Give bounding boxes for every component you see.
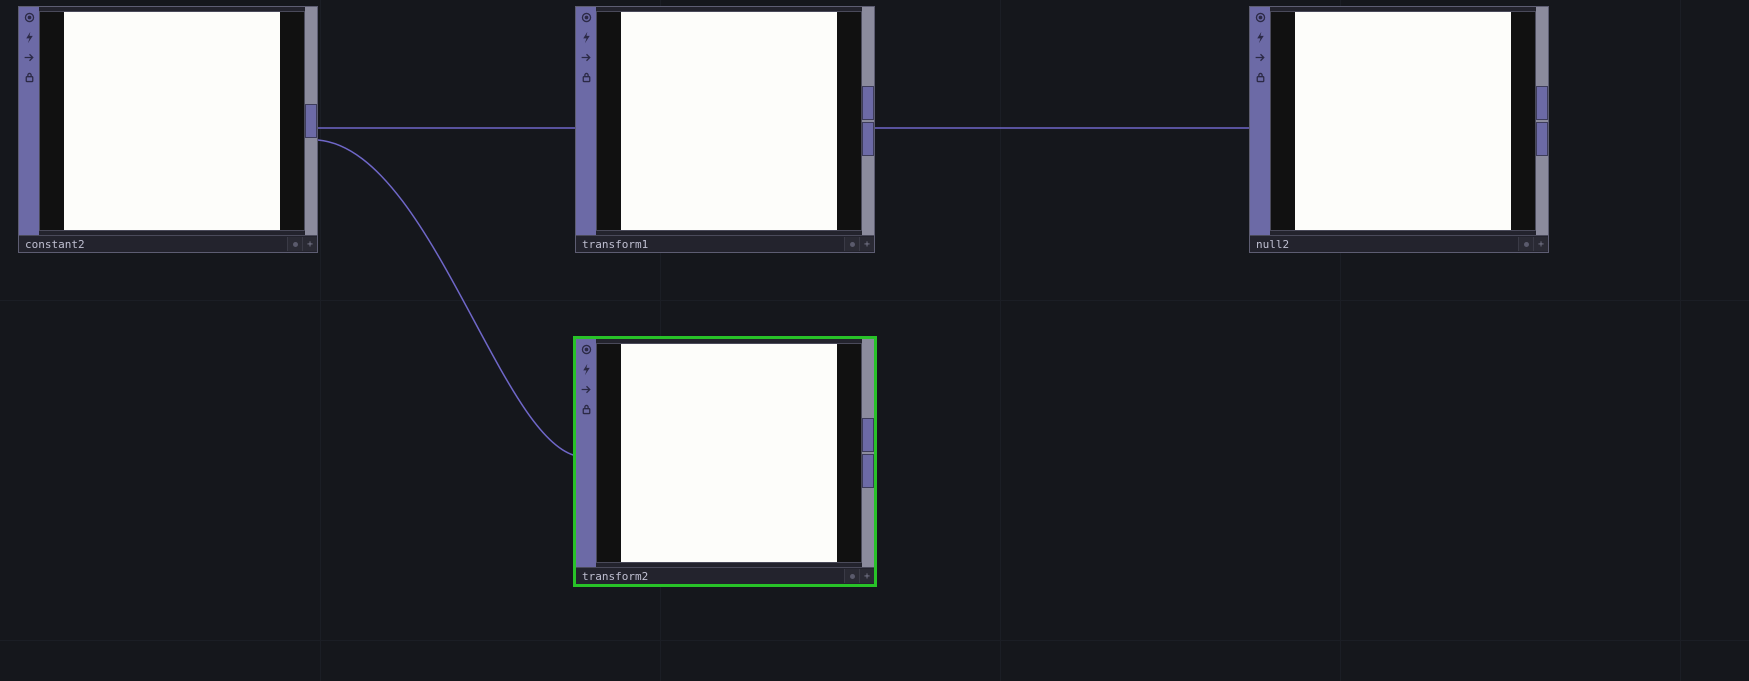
target-icon[interactable] — [1252, 9, 1268, 25]
node-output-strip — [862, 7, 874, 235]
lock-icon[interactable] — [21, 69, 37, 85]
node-toolstrip — [19, 7, 39, 235]
node-label[interactable]: transform2 — [576, 569, 844, 584]
output-port[interactable] — [862, 454, 874, 488]
node-viewer[interactable] — [596, 343, 862, 563]
arrow-right-icon[interactable] — [578, 381, 594, 397]
node-constant2[interactable]: constant2 + — [18, 6, 318, 253]
preview-image — [1295, 12, 1511, 230]
node-output-strip — [1536, 7, 1548, 235]
node-toolstrip — [576, 7, 596, 235]
node-label[interactable]: constant2 — [19, 237, 287, 252]
node-flag-dot[interactable] — [844, 237, 859, 251]
bolt-icon[interactable] — [1252, 29, 1268, 45]
node-label[interactable]: null2 — [1250, 237, 1518, 252]
node-flag-dot[interactable] — [287, 237, 302, 251]
output-port[interactable] — [1536, 122, 1548, 156]
preview-image — [64, 12, 280, 230]
wire-constant2-transform2 — [318, 140, 577, 456]
node-label[interactable]: transform1 — [576, 237, 844, 252]
node-toolstrip — [1250, 7, 1270, 235]
arrow-right-icon[interactable] — [578, 49, 594, 65]
arrow-right-icon[interactable] — [21, 49, 37, 65]
arrow-right-icon[interactable] — [1252, 49, 1268, 65]
node-toolstrip — [576, 339, 596, 567]
node-viewer[interactable] — [1270, 11, 1536, 231]
preview-image — [621, 344, 837, 562]
bolt-icon[interactable] — [578, 29, 594, 45]
node-output-strip — [862, 339, 874, 567]
output-port[interactable] — [862, 122, 874, 156]
output-port[interactable] — [1536, 86, 1548, 120]
bolt-icon[interactable] — [578, 361, 594, 377]
node-viewer[interactable] — [39, 11, 305, 231]
bolt-icon[interactable] — [21, 29, 37, 45]
output-port[interactable] — [862, 418, 874, 452]
node-output-strip — [305, 7, 317, 235]
output-port[interactable] — [862, 86, 874, 120]
node-add-button[interactable]: + — [859, 237, 874, 251]
node-add-button[interactable]: + — [302, 237, 317, 251]
lock-icon[interactable] — [1252, 69, 1268, 85]
node-viewer[interactable] — [596, 11, 862, 231]
target-icon[interactable] — [578, 9, 594, 25]
node-flag-dot[interactable] — [844, 569, 859, 583]
node-flag-dot[interactable] — [1518, 237, 1533, 251]
node-transform2[interactable]: transform2 + — [575, 338, 875, 585]
lock-icon[interactable] — [578, 401, 594, 417]
lock-icon[interactable] — [578, 69, 594, 85]
node-transform1[interactable]: transform1 + — [575, 6, 875, 253]
preview-image — [621, 12, 837, 230]
target-icon[interactable] — [578, 341, 594, 357]
output-port[interactable] — [305, 104, 317, 138]
target-icon[interactable] — [21, 9, 37, 25]
node-add-button[interactable]: + — [859, 569, 874, 583]
node-add-button[interactable]: + — [1533, 237, 1548, 251]
node-null2[interactable]: null2 + — [1249, 6, 1549, 253]
